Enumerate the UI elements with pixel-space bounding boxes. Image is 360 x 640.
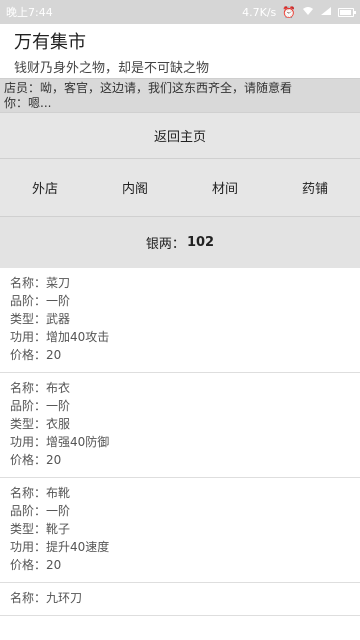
signal-icon [320, 6, 332, 18]
item-grade: 一阶 [46, 294, 71, 308]
grade-label: 品阶： [10, 294, 47, 308]
type-label: 类型： [10, 522, 47, 536]
grade-label: 品阶： [10, 504, 47, 518]
name-label: 名称： [10, 591, 47, 605]
app-bar: 万有集市 钱财乃身外之物，却是不可缺之物 [0, 24, 360, 78]
silver-balance: 银两： 102 [0, 216, 360, 268]
silver-label: 银两： [145, 237, 185, 252]
item-type: 衣服 [46, 417, 71, 431]
app-subtitle: 钱财乃身外之物，却是不可缺之物 [14, 61, 210, 76]
status-icons: 4.7K/s ⏰ [242, 5, 356, 19]
item-list: 名称： 菜刀 品阶： 一阶 类型： 武器 功用： 增加40攻击 价格： 20 名称： 布衣 … [0, 268, 360, 616]
return-home-button[interactable]: 返回主页 [0, 112, 360, 158]
effect-label: 功用： [10, 435, 47, 449]
name-label: 名称： [10, 486, 47, 500]
tab-pharmacy[interactable]: 药铺 [290, 170, 340, 205]
shop-dialogue: 店员：呦，客官，这边请，我们这东西齐全，请随意看 你：嗯... [0, 78, 360, 112]
item-name: 布靴 [46, 486, 71, 500]
item-name: 九环刀 [46, 591, 83, 605]
list-item[interactable]: 名称： 布衣 品阶： 一阶 类型： 衣服 功用： 增强40防御 价格： 20 [0, 373, 360, 478]
effect-label: 功用： [10, 540, 47, 554]
item-effect: 增加40攻击 [46, 330, 110, 344]
item-price: 20 [46, 558, 62, 572]
app-title: 万有集市 [14, 32, 86, 53]
dialogue-line-clerk: 店员：呦，客官，这边请，我们这东西齐全，请随意看 [4, 81, 293, 95]
type-label: 类型： [10, 417, 47, 431]
grade-label: 品阶： [10, 399, 47, 413]
name-label: 名称： [10, 381, 47, 395]
type-label: 类型： [10, 312, 47, 326]
item-type: 武器 [46, 312, 71, 326]
item-grade: 一阶 [46, 399, 71, 413]
item-effect: 提升40速度 [46, 540, 110, 554]
item-name: 菜刀 [46, 276, 71, 290]
item-effect: 增强40防御 [46, 435, 110, 449]
silver-value: 102 [186, 235, 215, 250]
item-grade: 一阶 [46, 504, 71, 518]
price-label: 价格： [10, 558, 47, 572]
wifi-icon [302, 6, 314, 18]
list-item[interactable]: 名称： 九环刀 [0, 583, 360, 616]
tab-outer-shop[interactable]: 外店 [20, 170, 70, 205]
status-time: 晚上7:44 [6, 6, 53, 19]
status-bar: 晚上7:44 4.7K/s ⏰ [0, 0, 360, 24]
list-item[interactable]: 名称： 布靴 品阶： 一阶 类型： 靴子 功用： 提升40速度 价格： 20 [0, 478, 360, 583]
effect-label: 功用： [10, 330, 47, 344]
item-price: 20 [46, 348, 62, 362]
shop-tabs: 外店 内阁 材间 药铺 [0, 158, 360, 216]
item-name: 布衣 [46, 381, 71, 395]
network-speed: 4.7K/s [242, 5, 277, 19]
alarm-icon: ⏰ [282, 5, 296, 19]
tab-inner-pavilion[interactable]: 内阁 [110, 170, 160, 205]
item-type: 靴子 [46, 522, 71, 536]
battery-icon [338, 7, 356, 17]
item-price: 20 [46, 453, 62, 467]
dialogue-line-player: 你：嗯... [4, 96, 52, 110]
list-item[interactable]: 名称： 菜刀 品阶： 一阶 类型： 武器 功用： 增加40攻击 价格： 20 [0, 268, 360, 373]
price-label: 价格： [10, 453, 47, 467]
price-label: 价格： [10, 348, 47, 362]
tab-materials[interactable]: 材间 [200, 170, 250, 205]
name-label: 名称： [10, 276, 47, 290]
